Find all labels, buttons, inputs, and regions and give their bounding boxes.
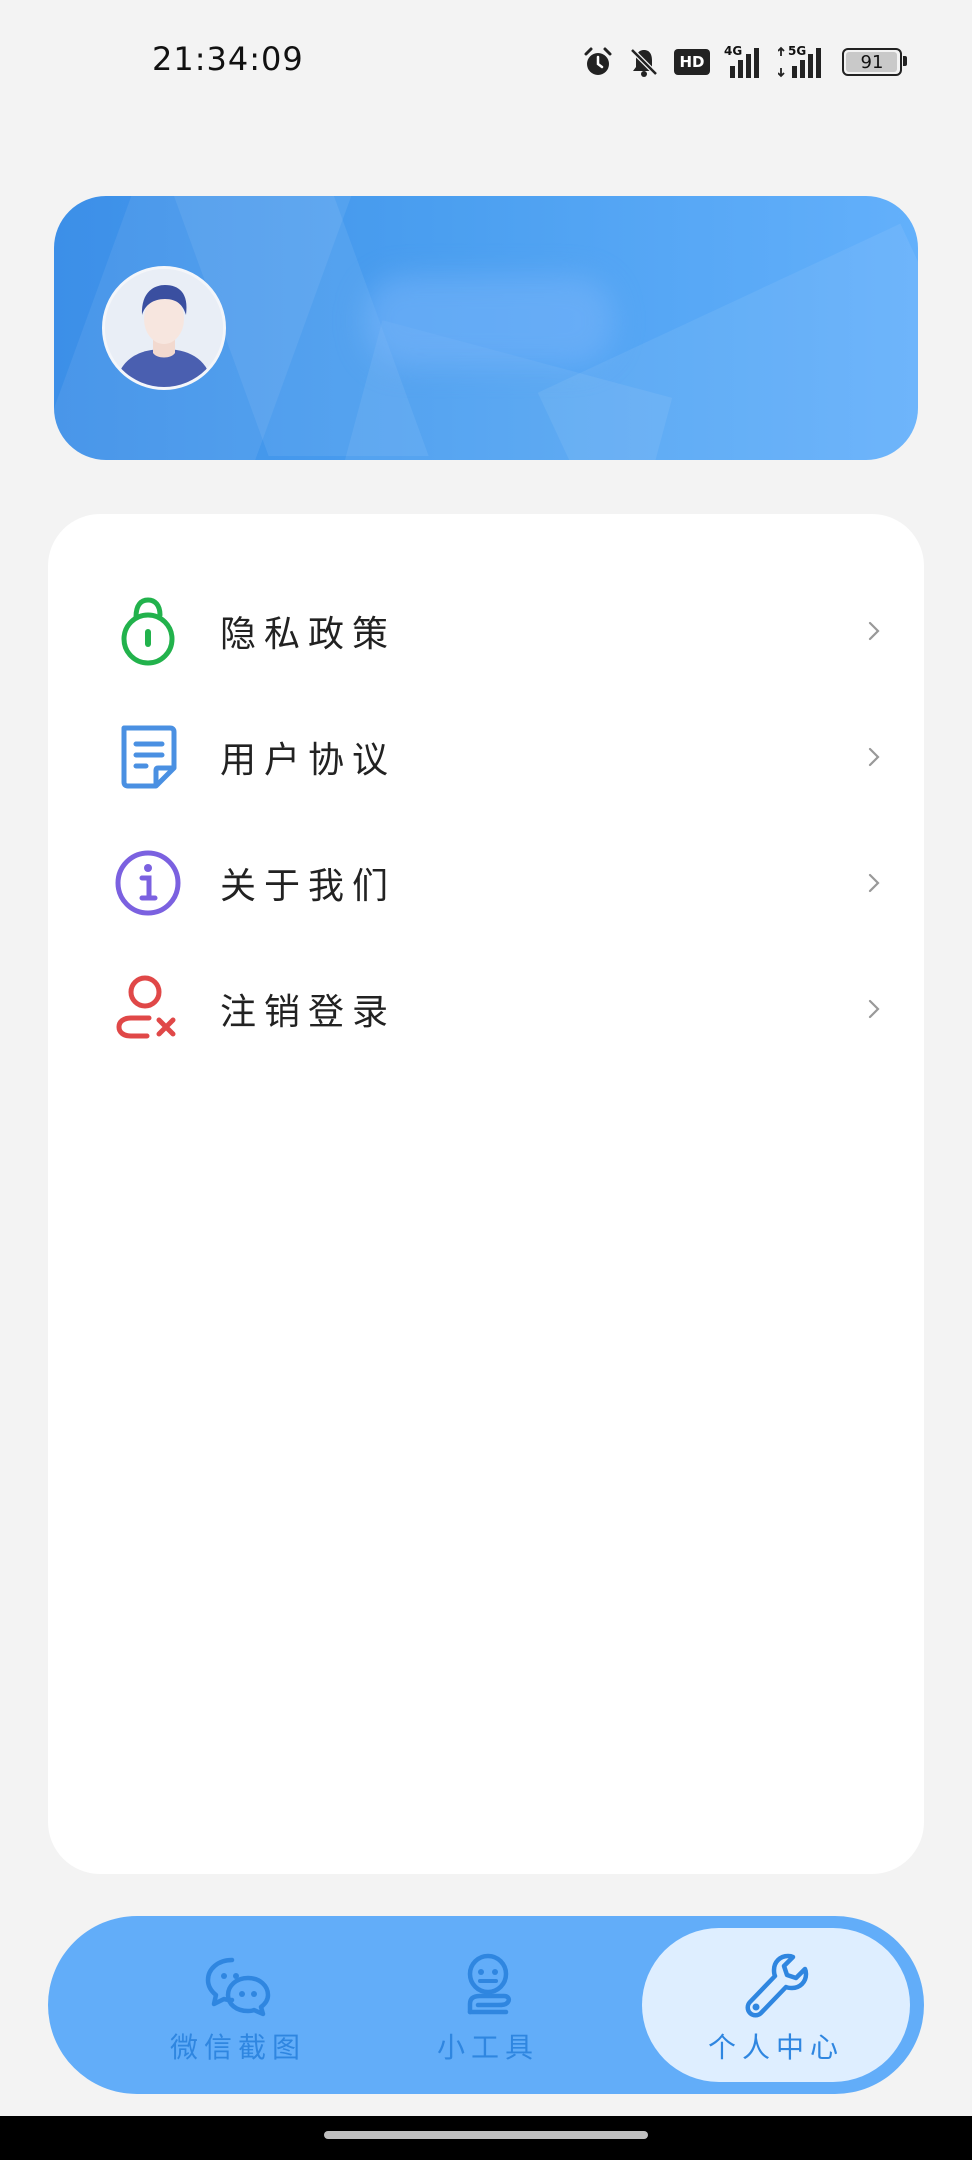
gesture-bar bbox=[0, 2116, 972, 2160]
user-remove-icon bbox=[112, 973, 184, 1045]
chevron-right-icon bbox=[868, 999, 880, 1019]
status-icons: HD 4G 5G 91 bbox=[582, 42, 907, 82]
profile-card[interactable] bbox=[54, 196, 918, 460]
menu-card: 隐私政策 用户协议 关于我们 注销登录 bbox=[48, 514, 924, 1874]
info-icon bbox=[112, 847, 184, 919]
tab-tools[interactable]: 小工具 bbox=[358, 1916, 618, 2094]
lock-icon bbox=[112, 595, 184, 667]
username-redacted bbox=[364, 276, 614, 366]
tab-wechat-screenshot[interactable]: 微信截图 bbox=[108, 1916, 368, 2094]
chevron-right-icon bbox=[868, 621, 880, 641]
robot-icon bbox=[467, 1953, 512, 2015]
bottom-nav: 微信截图 小工具 个人中心 bbox=[48, 1916, 924, 2094]
menu-item-privacy-policy[interactable]: 隐私政策 bbox=[48, 576, 924, 686]
document-icon bbox=[112, 721, 184, 793]
menu-item-logout[interactable]: 注销登录 bbox=[48, 954, 924, 1064]
menu-item-label: 关于我们 bbox=[220, 866, 397, 907]
user-avatar-icon bbox=[105, 269, 223, 387]
menu-item-user-agreement[interactable]: 用户协议 bbox=[48, 702, 924, 812]
signal-4g-icon: 4G bbox=[724, 44, 764, 78]
chevron-right-icon bbox=[868, 747, 880, 767]
menu-item-label: 注销登录 bbox=[220, 992, 397, 1033]
mute-bell-icon bbox=[630, 48, 658, 77]
tab-label: 小工具 bbox=[436, 2031, 539, 2064]
status-time: 21:34:09 bbox=[152, 40, 304, 78]
battery-icon: 91 bbox=[842, 48, 907, 76]
menu-item-label: 隐私政策 bbox=[220, 614, 397, 655]
chat-bubbles-icon bbox=[205, 1957, 271, 2017]
tab-label: 微信截图 bbox=[169, 2031, 306, 2064]
wrench-icon bbox=[745, 1953, 809, 2018]
avatar[interactable] bbox=[102, 266, 226, 390]
signal-5g-icon: 5G bbox=[778, 44, 828, 78]
chevron-right-icon bbox=[868, 873, 880, 893]
tab-personal-center[interactable]: 个人中心 bbox=[642, 1916, 910, 2094]
battery-level: 91 bbox=[860, 51, 884, 73]
hd-badge: HD bbox=[674, 49, 710, 75]
menu-item-about-us[interactable]: 关于我们 bbox=[48, 828, 924, 938]
status-bar: 21:34:09 HD 4G 5G 91 bbox=[0, 0, 972, 124]
menu-item-label: 用户协议 bbox=[220, 740, 397, 781]
alarm-icon bbox=[584, 47, 612, 75]
tab-label: 个人中心 bbox=[707, 2031, 844, 2064]
home-indicator[interactable] bbox=[324, 2131, 648, 2139]
